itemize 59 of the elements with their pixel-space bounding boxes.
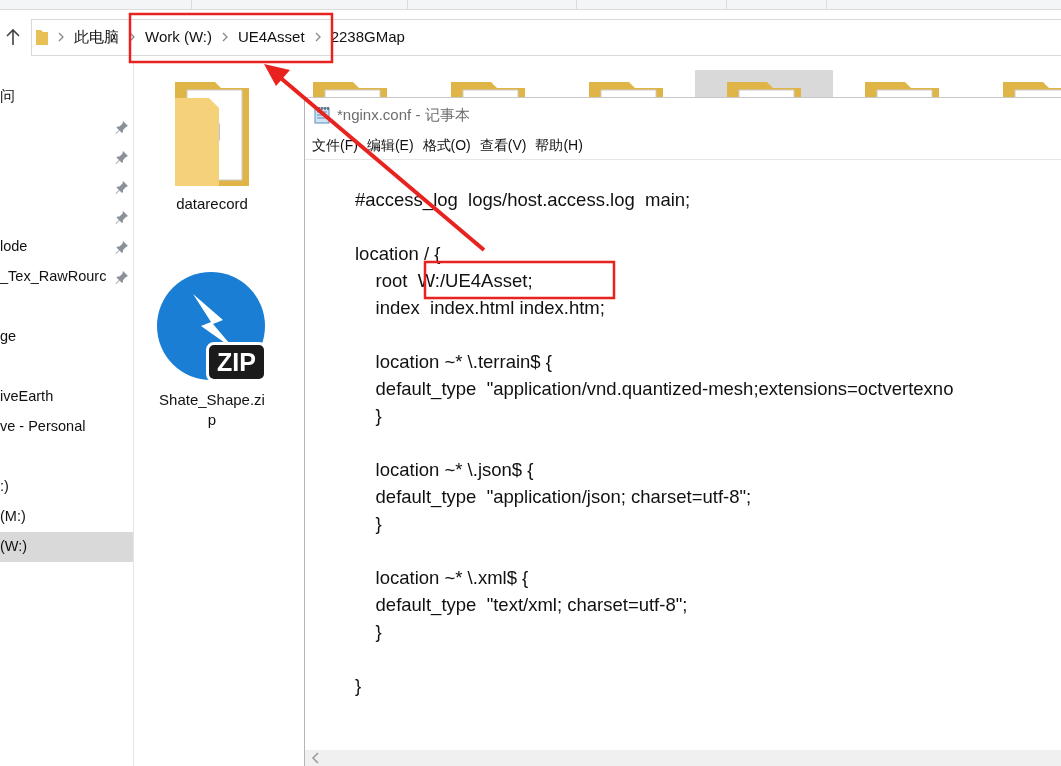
sidebar-item[interactable]: (W:) bbox=[0, 532, 133, 562]
sidebar-label: iveEarth bbox=[0, 387, 54, 407]
up-arrow-icon[interactable] bbox=[5, 28, 21, 46]
chevron-icon[interactable] bbox=[129, 32, 135, 42]
breadcrumb-item[interactable]: UE4Asset bbox=[237, 25, 305, 49]
code-line: default_type "application/json; charset=utf-8"; bbox=[374, 485, 752, 510]
breadcrumb-item[interactable]: 2238GMap bbox=[330, 25, 405, 49]
sidebar-label: (W:) bbox=[0, 537, 28, 557]
sidebar-label: _Tex_RawRourc bbox=[0, 267, 107, 287]
sidebar-item[interactable]: ve - Personal bbox=[0, 412, 133, 442]
code-line: default_type "text/xml; charset=utf-8"; bbox=[374, 593, 688, 618]
sidebar-label: :) bbox=[0, 477, 9, 497]
sidebar-item[interactable]: lode bbox=[0, 232, 133, 262]
pin-icon[interactable] bbox=[115, 120, 129, 134]
zip-label: ZIP bbox=[206, 342, 267, 382]
sidebar-label: ve - Personal bbox=[0, 417, 86, 437]
sidebar-label: ge bbox=[0, 327, 17, 347]
menu-item[interactable]: 格式(O) bbox=[419, 135, 477, 156]
folder-icon bbox=[36, 28, 48, 46]
code-line: location ~* \.terrain$ { bbox=[374, 350, 552, 374]
sidebar-item[interactable]: ge bbox=[0, 322, 133, 352]
sidebar-item[interactable]: 问 bbox=[0, 82, 133, 112]
file-item[interactable] bbox=[695, 70, 833, 97]
scroll-left-icon[interactable] bbox=[311, 752, 319, 764]
menu-item[interactable]: 编辑(E) bbox=[363, 135, 420, 156]
code-line: index index.html index.htm; bbox=[374, 296, 605, 320]
chevron-icon[interactable] bbox=[314, 32, 321, 42]
code-line: } bbox=[374, 512, 382, 536]
code-line: } bbox=[355, 674, 362, 698]
breadcrumb-item[interactable]: Work (W:) bbox=[145, 25, 212, 49]
pin-icon[interactable] bbox=[115, 210, 129, 224]
menu-item[interactable]: 查看(V) bbox=[476, 135, 533, 156]
file-name: datarecord bbox=[175, 194, 249, 214]
sidebar-label: (M:) bbox=[0, 507, 26, 527]
code-line: } bbox=[374, 404, 382, 428]
code-line: location ~* \.json$ { bbox=[374, 458, 534, 482]
sidebar-label: 问 bbox=[0, 87, 15, 107]
pin-icon[interactable] bbox=[115, 180, 129, 194]
menu-item[interactable]: 帮助(H) bbox=[532, 135, 589, 156]
pin-icon[interactable] bbox=[115, 270, 129, 284]
file-item[interactable]: ZIP Shate_Shape.zip bbox=[143, 260, 281, 430]
sidebar-item[interactable]: :) bbox=[0, 472, 133, 502]
pin-icon[interactable] bbox=[115, 150, 129, 164]
file-item[interactable]: datarecord bbox=[143, 70, 281, 240]
code-line: } bbox=[374, 620, 382, 644]
file-name: Shate_Shape.zip bbox=[158, 390, 266, 430]
window-title: *nginx.conf - 记事本 bbox=[337, 104, 470, 125]
address-bar[interactable]: 此电脑 Work (W:) UE4Asset 2238GMap bbox=[31, 18, 1061, 56]
chevron-icon[interactable] bbox=[221, 32, 228, 42]
breadcrumb-item[interactable]: 此电脑 bbox=[74, 25, 119, 49]
code-line: location ~* \.xml$ { bbox=[374, 566, 529, 590]
sidebar-item[interactable]: (M:) bbox=[0, 502, 133, 532]
sidebar-item[interactable]: _Tex_RawRourc bbox=[0, 262, 133, 292]
code-line: default_type "application/vnd.quantized-mesh;extensions=octvertexno bbox=[374, 377, 954, 402]
chevron-icon[interactable] bbox=[58, 32, 64, 42]
sidebar-item[interactable]: iveEarth bbox=[0, 382, 133, 412]
pin-icon[interactable] bbox=[115, 240, 129, 254]
horizontal-scrollbar[interactable] bbox=[305, 750, 1061, 766]
sidebar-label: lode bbox=[0, 237, 28, 257]
